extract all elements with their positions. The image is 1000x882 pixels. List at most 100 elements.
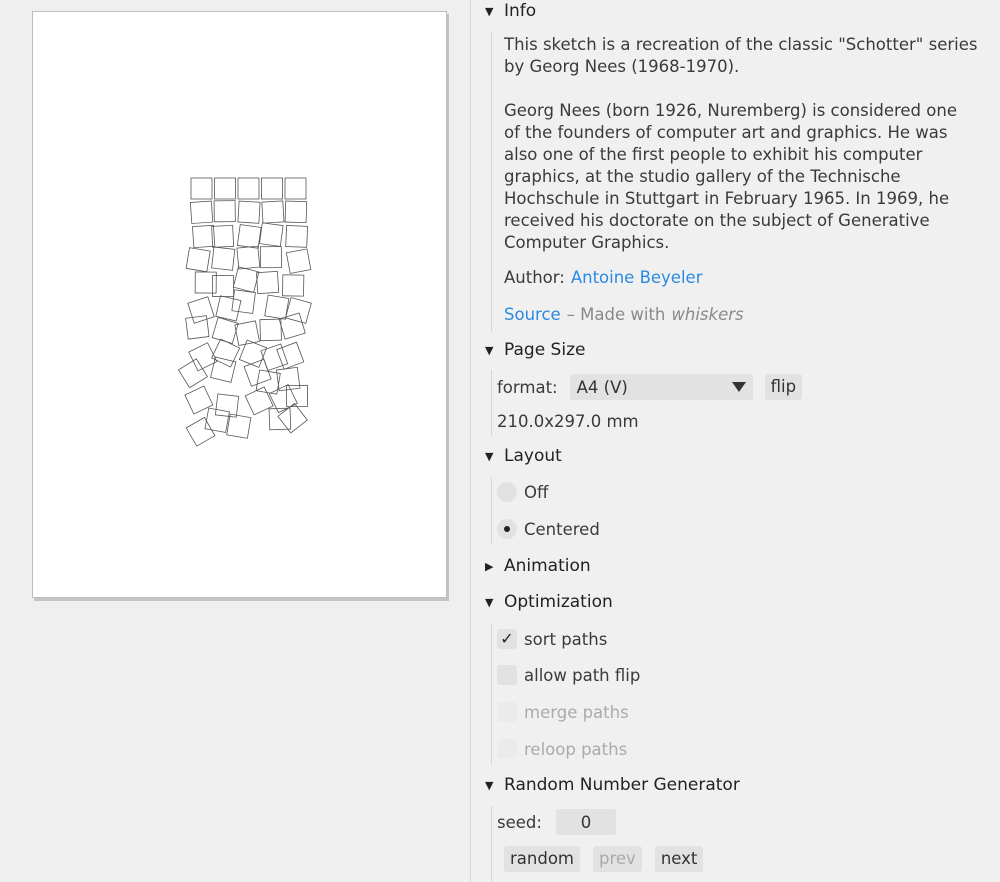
radio-button[interactable] (497, 519, 517, 539)
rng-section: ▼ Random Number Generator seed: random p… (485, 774, 1000, 882)
schotter-square (214, 177, 236, 200)
schotter-square (215, 295, 242, 322)
random-button[interactable]: random (504, 846, 580, 872)
schotter-square (285, 225, 309, 248)
schotter-square (255, 270, 280, 295)
schotter-square (226, 413, 252, 439)
info-line: Computer Graphics. (504, 233, 670, 252)
author-row: Author: Antoine Beyeler (504, 263, 702, 291)
triangle-down-icon: ▼ (485, 778, 494, 792)
panel-divider[interactable] (470, 0, 471, 882)
rng-section-header[interactable]: ▼ Random Number Generator (485, 774, 1000, 796)
option-label: reloop paths (524, 739, 628, 759)
animation-section-title: Animation (504, 556, 591, 576)
flip-button[interactable]: flip (764, 374, 803, 400)
rng-section-title: Random Number Generator (504, 775, 740, 795)
schotter-square (232, 266, 260, 293)
schotter-square (277, 402, 308, 434)
schotter-square (188, 342, 218, 372)
schotter-square (237, 177, 260, 200)
layout-option-label: Off (524, 482, 549, 502)
seed-input[interactable] (555, 809, 616, 835)
page-size-section-title: Page Size (504, 340, 586, 360)
info-line: of the founders of computer art and grap… (504, 123, 948, 142)
schotter-square (264, 294, 290, 320)
info-description-2: Georg Nees (born 1926, Nuremberg) is con… (504, 100, 994, 254)
schotter-square (187, 296, 215, 324)
layout-section: ▼ Layout Off Centered (485, 445, 1000, 545)
layout-section-title: Layout (504, 446, 562, 466)
page-size-section-header[interactable]: ▼ Page Size (485, 339, 1000, 361)
source-link[interactable]: Source (504, 305, 561, 324)
schotter-square (284, 177, 307, 200)
prev-button[interactable]: prev (593, 846, 642, 872)
info-line: Hochschule in Stuttgart in February 1965… (504, 189, 950, 208)
info-section-body (491, 32, 492, 332)
seed-label: seed: (497, 812, 542, 832)
sketch-canvas-area (0, 0, 471, 882)
option-merge-paths: merge paths (497, 698, 629, 726)
checkbox[interactable] (497, 665, 517, 685)
paper-preview (32, 11, 447, 598)
schotter-square (185, 416, 216, 447)
format-row: format: A4 (V) flip (497, 373, 803, 401)
format-label: format: (497, 377, 558, 397)
schotter-square (259, 246, 282, 269)
seed-row: seed: (497, 808, 616, 836)
check-icon[interactable]: ✓ (497, 629, 517, 649)
layout-section-header[interactable]: ▼ Layout (485, 445, 1000, 467)
schotter-square (278, 312, 306, 340)
schotter-square (259, 222, 284, 247)
page-size-section-body (491, 370, 492, 436)
schotter-square (231, 289, 256, 314)
next-button[interactable]: next (654, 846, 704, 872)
schotter-square (285, 248, 312, 274)
schotter-square (204, 407, 230, 433)
optimization-section-header[interactable]: ▼ Optimization (485, 591, 1000, 613)
layout-option-centered[interactable]: Centered (497, 515, 600, 543)
info-section-title: Info (504, 1, 537, 21)
schotter-square (285, 297, 312, 324)
layout-option-label: Centered (524, 519, 600, 539)
format-select[interactable]: A4 (V) (569, 374, 753, 400)
info-line: Georg Nees (born 1926, Nuremberg) is con… (504, 101, 957, 120)
whiskers-link[interactable]: whiskers (671, 305, 743, 324)
schotter-square (259, 318, 282, 342)
option-allow-path-flip[interactable]: allow path flip (497, 661, 640, 689)
info-line: received his doctorate on the subject of… (504, 211, 930, 230)
option-sort-paths[interactable]: ✓ sort paths (497, 625, 607, 653)
animation-section: ▶ Animation (485, 555, 1000, 577)
schotter-square (211, 316, 239, 345)
radio-button[interactable] (497, 482, 517, 502)
chevron-down-icon (731, 382, 746, 392)
info-line: This sketch is a recreation of the class… (504, 35, 978, 54)
schotter-square (185, 247, 211, 273)
rng-section-body (491, 806, 492, 882)
animation-section-header[interactable]: ▶ Animation (485, 555, 1000, 577)
author-label: Author: (504, 267, 565, 287)
schotter-square (261, 177, 283, 200)
info-section: ▼ Info This sketch is a recreation of th… (485, 0, 1000, 332)
schotter-square (236, 245, 261, 270)
info-section-header[interactable]: ▼ Info (485, 0, 1000, 22)
schotter-square (177, 358, 209, 389)
info-line: graphics, at the studio gallery of the T… (504, 167, 901, 186)
page-dimensions: 210.0x297.0 mm (497, 411, 639, 431)
schotter-square (276, 366, 301, 392)
layout-section-body (491, 477, 492, 545)
schotter-square (234, 320, 260, 346)
dimensions-row: 210.0x297.0 mm (497, 407, 639, 435)
author-link[interactable]: Antoine Beyeler (571, 268, 703, 287)
schotter-square (213, 200, 236, 223)
schotter-square (210, 356, 237, 383)
optimization-section: ▼ Optimization ✓ sort paths allow path f… (485, 591, 1000, 765)
optimization-section-body (491, 623, 492, 765)
schotter-drawing (177, 177, 312, 447)
format-select-value: A4 (V) (576, 377, 628, 397)
layout-option-off[interactable]: Off (497, 478, 548, 506)
schotter-square (189, 200, 214, 224)
schotter-square (236, 224, 262, 249)
schotter-square (282, 274, 305, 297)
option-label: allow path flip (524, 665, 641, 685)
optimization-section-title: Optimization (504, 592, 613, 612)
